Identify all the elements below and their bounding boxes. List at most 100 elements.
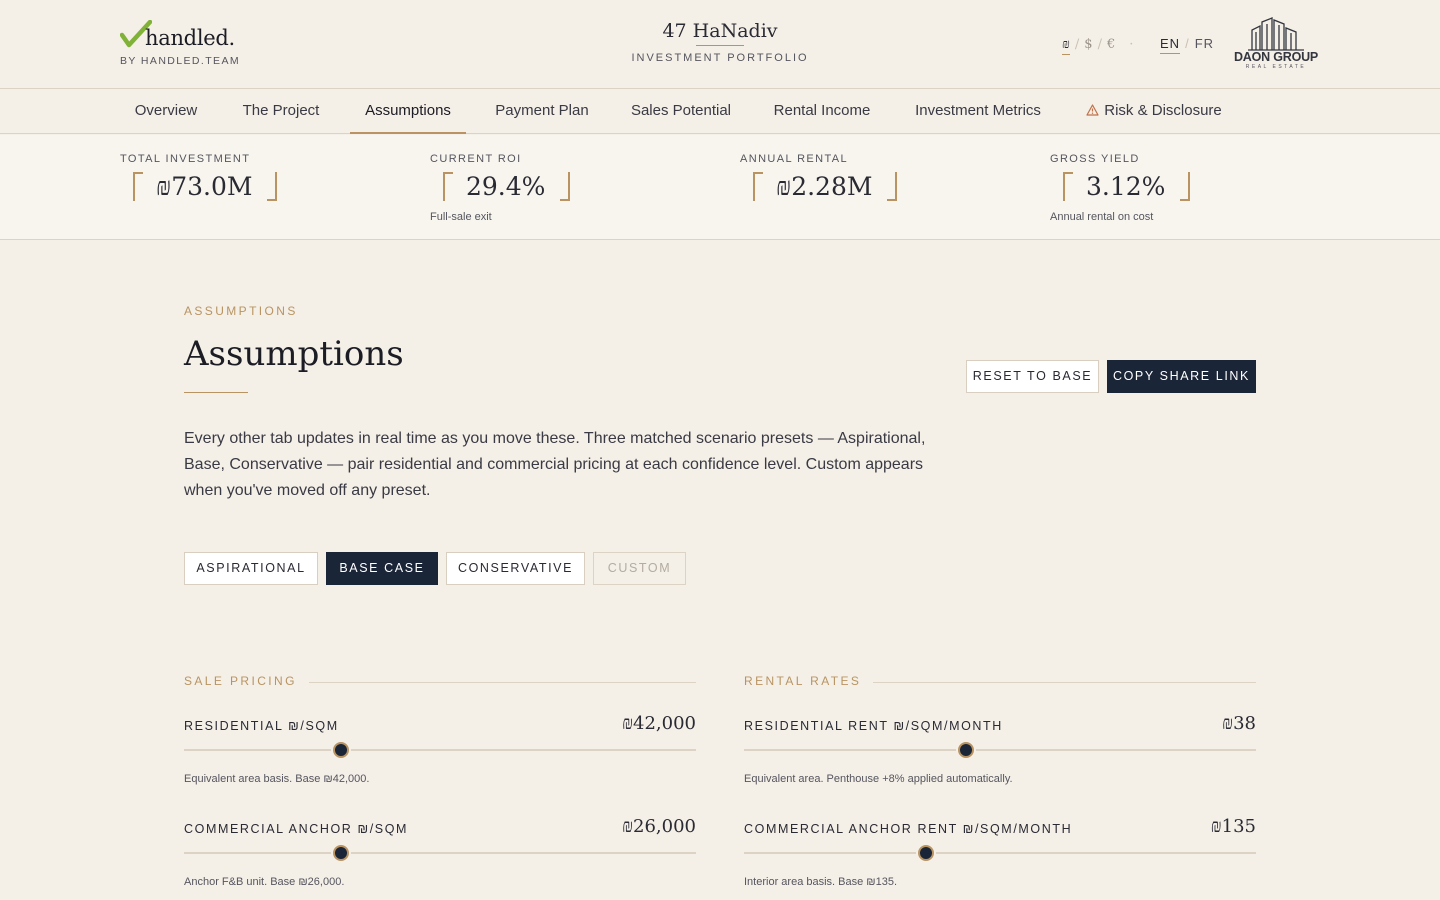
daon-group-logo: DAON GROUP REAL ESTATE [1232, 16, 1320, 72]
currency-switcher: ₪ / $ / € · [1062, 36, 1134, 55]
partner-sub: REAL ESTATE [1245, 64, 1307, 70]
preset-base-case-button[interactable]: BASE CASE [326, 552, 438, 585]
reset-to-base-button[interactable]: RESET TO BASE [966, 360, 1099, 393]
sale-pricing-section-header: SALE PRICING [184, 674, 696, 690]
metric-label: ANNUAL RENTAL [740, 153, 849, 165]
bracket-left [443, 172, 453, 201]
metric-label: CURRENT ROI [430, 153, 522, 165]
language-separator: / [1185, 36, 1190, 51]
field-value: ₪38 [1222, 713, 1256, 734]
language-switcher: EN / FR [1160, 36, 1214, 54]
metric-gross-yield: GROSS YIELD 3.12% Annual rental on cost [1050, 153, 1340, 233]
residential-rent-field: RESIDENTIAL RENT ₪/SQM/MONTH ₪38 Equival… [744, 710, 1256, 790]
bracket-right [267, 172, 278, 201]
divider-dot: · [1129, 37, 1134, 52]
language-en[interactable]: EN [1160, 36, 1181, 54]
preset-custom-button: CUSTOM [593, 552, 686, 585]
residential-sqm-field: RESIDENTIAL ₪/SQM ₪42,000 Equivalent are… [184, 710, 696, 790]
section-label: SALE PRICING [184, 674, 309, 688]
tab-investment-metrics[interactable]: Investment Metrics [900, 89, 1056, 134]
project-title: 47 HaNadiv [662, 20, 778, 42]
field-label: RESIDENTIAL RENT ₪/SQM/MONTH [744, 719, 1003, 733]
metric-label: GROSS YIELD [1050, 153, 1140, 165]
field-label: RESIDENTIAL ₪/SQM [184, 719, 339, 733]
project-heading: 47 HaNadiv INVESTMENT PORTFOLIO [600, 20, 840, 64]
key-metrics-strip: TOTAL INVESTMENT ₪73.0M CURRENT ROI 29.4… [0, 135, 1440, 240]
slider-thumb[interactable] [333, 742, 350, 758]
tab-label: The Project [242, 102, 320, 119]
tab-label: Overview [134, 102, 198, 119]
field-label: COMMERCIAL ANCHOR ₪/SQM [184, 822, 409, 836]
tab-label: Rental Income [773, 102, 871, 119]
bracket-left [1063, 172, 1073, 201]
copy-share-link-button[interactable]: COPY SHARE LINK [1107, 360, 1256, 393]
metric-annual-rental: ANNUAL RENTAL ₪2.28M [740, 153, 1030, 233]
tab-overview[interactable]: Overview [120, 89, 212, 134]
field-value: ₪42,000 [622, 713, 696, 734]
currency-separator: / [1097, 37, 1102, 52]
assumptions-description: Every other tab updates in real time as … [184, 430, 926, 499]
metric-value-frame: ₪73.0M [120, 170, 280, 204]
slider-thumb[interactable] [958, 742, 975, 758]
bracket-left [133, 172, 143, 201]
buildings-icon [1248, 17, 1304, 51]
currency-separator: / [1074, 37, 1080, 52]
logo-byline: BY HANDLED.TEAM [120, 55, 240, 67]
metric-value: 29.4% [466, 172, 546, 201]
metric-label: TOTAL INVESTMENT [120, 153, 251, 165]
tab-rental-income[interactable]: Rental Income [760, 89, 884, 134]
field-value: ₪135 [1210, 816, 1256, 837]
section-label: RENTAL RATES [744, 674, 874, 688]
currency-usd[interactable]: $ [1084, 37, 1092, 52]
commercial-anchor-sqm-field: COMMERCIAL ANCHOR ₪/SQM ₪26,000 Anchor F… [184, 813, 696, 893]
metric-value-frame: 3.12% [1050, 170, 1193, 204]
top-header: handled. BY HANDLED.TEAM 47 HaNadiv INVE… [0, 0, 1440, 89]
tab-risk-disclosure[interactable]: Risk & Disclosure [1072, 89, 1236, 134]
tab-assumptions[interactable]: Assumptions [350, 89, 466, 134]
title-underline [696, 45, 744, 46]
commercial-anchor-rent-slider[interactable] [744, 845, 1256, 861]
slider-thumb[interactable] [917, 845, 934, 861]
currency-eur[interactable]: € [1107, 37, 1115, 52]
tab-sales-potential[interactable]: Sales Potential [618, 89, 744, 134]
metric-value: 3.12% [1086, 172, 1166, 201]
field-help: Interior area basis. Base ₪135. [744, 876, 898, 888]
section-tabs: Overview The Project Assumptions Payment… [0, 89, 1440, 134]
field-help: Equivalent area. Penthouse +8% applied a… [744, 773, 1013, 785]
field-help: Anchor F&B unit. Base ₪26,000. [184, 876, 345, 888]
field-value: ₪26,000 [622, 816, 696, 837]
warning-icon [1086, 104, 1099, 116]
metric-note: Annual rental on cost [1050, 211, 1154, 223]
field-help: Equivalent area basis. Base ₪42,000. [184, 773, 370, 785]
commercial-anchor-rent-field: COMMERCIAL ANCHOR RENT ₪/SQM/MONTH ₪135 … [744, 813, 1256, 893]
bracket-right [560, 172, 571, 201]
tab-label: Investment Metrics [915, 102, 1041, 119]
slider-thumb[interactable] [333, 845, 350, 861]
project-subtitle: INVESTMENT PORTFOLIO [631, 52, 809, 64]
tab-label: Payment Plan [495, 102, 589, 119]
preset-aspirational-button[interactable]: ASPIRATIONAL [184, 552, 318, 585]
tab-label: Risk & Disclosure [1104, 102, 1222, 119]
tab-the-project[interactable]: The Project [228, 89, 334, 134]
bracket-left [753, 172, 763, 201]
metric-value: ₪2.28M [776, 172, 873, 201]
preset-conservative-button[interactable]: CONSERVATIVE [446, 552, 585, 585]
tab-payment-plan[interactable]: Payment Plan [482, 89, 602, 134]
language-fr[interactable]: FR [1195, 36, 1214, 51]
section-eyebrow: ASSUMPTIONS [184, 304, 298, 318]
tab-label: Assumptions [365, 102, 451, 119]
rental-rates-section-header: RENTAL RATES [744, 674, 1256, 690]
tab-label: Sales Potential [630, 102, 732, 119]
metric-total-investment: TOTAL INVESTMENT ₪73.0M [120, 153, 410, 233]
logo-wordmark: handled. [145, 26, 235, 50]
page-title: Assumptions [184, 334, 404, 374]
bracket-right [1180, 172, 1191, 201]
commercial-anchor-sqm-slider[interactable] [184, 845, 696, 861]
metric-value-frame: 29.4% [430, 170, 573, 204]
currency-ils[interactable]: ₪ [1062, 37, 1070, 55]
metric-value: ₪73.0M [156, 172, 253, 201]
field-label: COMMERCIAL ANCHOR RENT ₪/SQM/MONTH [744, 822, 1073, 836]
partner-name: DAON GROUP [1233, 50, 1319, 64]
residential-sqm-slider[interactable] [184, 742, 696, 758]
residential-rent-slider[interactable] [744, 742, 1256, 758]
